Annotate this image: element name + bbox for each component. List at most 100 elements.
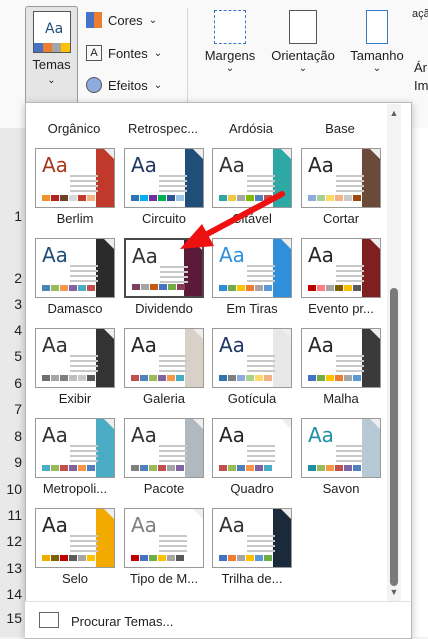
page-fold-icon <box>193 419 203 429</box>
theme-caption[interactable]: Damasco <box>30 301 120 316</box>
row-number[interactable]: 14 <box>0 586 22 602</box>
theme-caption[interactable]: Citável <box>207 211 297 226</box>
theme-caption[interactable]: Exibir <box>30 391 120 406</box>
theme-text-lines <box>336 445 364 465</box>
row-number[interactable]: 6 <box>0 375 22 391</box>
theme-caption[interactable]: Gotícula <box>207 391 297 406</box>
theme-caption[interactable]: Berlim <box>30 211 120 226</box>
theme-tile[interactable]: Aa <box>35 418 117 478</box>
theme-tile[interactable]: Aa <box>35 148 117 208</box>
page-fold-icon <box>192 240 202 250</box>
theme-caption[interactable]: Malha <box>296 391 386 406</box>
row-number[interactable]: 1 <box>0 208 22 224</box>
theme-tile[interactable]: Aa <box>35 238 117 298</box>
theme-text-lines <box>70 445 98 465</box>
row-number[interactable]: 13 <box>0 560 22 576</box>
theme-caption[interactable]: Savon <box>296 481 386 496</box>
row-number[interactable]: 8 <box>0 428 22 444</box>
folder-icon <box>39 612 59 628</box>
row-number[interactable]: 11 <box>0 507 22 523</box>
theme-caption[interactable]: Circuito <box>119 211 209 226</box>
temas-icon: Aa <box>33 11 71 53</box>
row-number[interactable]: 15 <box>0 610 22 626</box>
theme-caption[interactable]: Dividendo <box>119 301 209 316</box>
page-fold-icon <box>193 509 203 519</box>
theme-caption[interactable]: Retrospec... <box>122 121 204 136</box>
theme-tile[interactable]: Aa <box>212 418 294 478</box>
theme-caption[interactable]: Metropoli... <box>30 481 120 496</box>
theme-tile[interactable]: Aa <box>212 148 294 208</box>
scrollbar-thumb[interactable] <box>390 288 398 586</box>
browse-themes-item[interactable]: Procurar Temas... <box>25 601 410 638</box>
scroll-down-icon[interactable]: ▼ <box>387 587 401 597</box>
orientacao-button[interactable]: Orientação ⌄ <box>263 10 343 74</box>
theme-text-lines <box>336 265 364 285</box>
theme-caption[interactable]: Orgânico <box>33 121 115 136</box>
margins-icon <box>214 10 246 44</box>
row-number[interactable]: 7 <box>0 401 22 417</box>
tamanho-button[interactable]: Tamanho ⌄ <box>344 10 410 74</box>
page-fold-icon <box>104 149 114 159</box>
theme-tile[interactable]: Aa <box>212 328 294 388</box>
row-number[interactable]: 10 <box>0 481 22 497</box>
theme-tile[interactable]: Aa <box>212 508 294 568</box>
row-number[interactable]: 9 <box>0 454 22 470</box>
theme-font-sample: Aa <box>131 333 157 357</box>
theme-preview: Aa <box>124 148 204 208</box>
theme-tile[interactable]: Aa <box>124 148 206 208</box>
theme-caption[interactable]: Quadro <box>207 481 297 496</box>
efeitos-button[interactable]: Efeitos ⌄ <box>86 74 162 96</box>
theme-caption[interactable]: Evento pr... <box>296 301 386 316</box>
row-number[interactable]: 5 <box>0 348 22 364</box>
theme-tile[interactable]: Aa <box>124 508 206 568</box>
theme-text-lines <box>70 355 98 375</box>
theme-tile[interactable]: Aa <box>124 238 206 298</box>
chevron-down-icon: ⌄ <box>47 75 56 86</box>
margens-button[interactable]: Margens ⌄ <box>198 10 262 74</box>
theme-tile[interactable]: Aa <box>35 508 117 568</box>
theme-tile[interactable]: Aa <box>124 328 206 388</box>
row-number[interactable]: 12 <box>0 533 22 549</box>
theme-text-lines <box>247 535 275 555</box>
gallery-scrollbar[interactable]: ▲ ▼ <box>387 104 401 601</box>
page-fold-icon <box>281 419 291 429</box>
temas-button[interactable]: Aa Temas ⌄ <box>25 6 78 104</box>
theme-caption[interactable]: Tipo de M... <box>119 571 209 586</box>
theme-preview: Aa <box>35 508 115 568</box>
theme-color-swatches <box>131 375 185 381</box>
theme-caption[interactable]: Selo <box>30 571 120 586</box>
row-number[interactable]: 3 <box>0 296 22 312</box>
theme-tile[interactable]: Aa <box>124 418 206 478</box>
page-fold-icon <box>281 509 291 519</box>
ribbon-divider <box>187 8 188 104</box>
theme-color-swatches <box>131 555 185 561</box>
theme-tile[interactable]: Aa <box>301 148 383 208</box>
theme-caption[interactable]: Trilha de... <box>207 571 297 586</box>
theme-caption[interactable]: Ardósia <box>210 121 292 136</box>
theme-tile[interactable]: Aa <box>301 418 383 478</box>
theme-tile[interactable]: Aa <box>35 328 117 388</box>
row-number[interactable]: 2 <box>0 270 22 286</box>
theme-preview: Aa <box>212 418 292 478</box>
theme-caption[interactable]: Cortar <box>296 211 386 226</box>
theme-caption[interactable]: Em Tiras <box>207 301 297 316</box>
theme-caption[interactable]: Galeria <box>119 391 209 406</box>
page-fold-icon <box>370 149 380 159</box>
theme-color-swatches <box>308 285 362 291</box>
theme-color-swatches <box>131 195 185 201</box>
page-fold-icon <box>370 419 380 429</box>
theme-tile[interactable]: Aa <box>301 238 383 298</box>
theme-tile[interactable]: Aa <box>212 238 294 298</box>
scroll-up-icon[interactable]: ▲ <box>387 108 401 118</box>
theme-caption[interactable]: Pacote <box>119 481 209 496</box>
theme-tile[interactable]: Aa <box>301 328 383 388</box>
theme-caption[interactable]: Base <box>299 121 381 136</box>
theme-preview: Aa <box>124 328 204 388</box>
theme-color-swatches <box>308 195 362 201</box>
theme-text-lines <box>159 355 187 375</box>
theme-font-sample: Aa <box>219 423 245 447</box>
cores-button[interactable]: Cores ⌄ <box>86 9 157 31</box>
theme-text-lines <box>159 445 187 465</box>
fontes-button[interactable]: A Fontes ⌄ <box>86 42 162 64</box>
row-number[interactable]: 4 <box>0 322 22 338</box>
